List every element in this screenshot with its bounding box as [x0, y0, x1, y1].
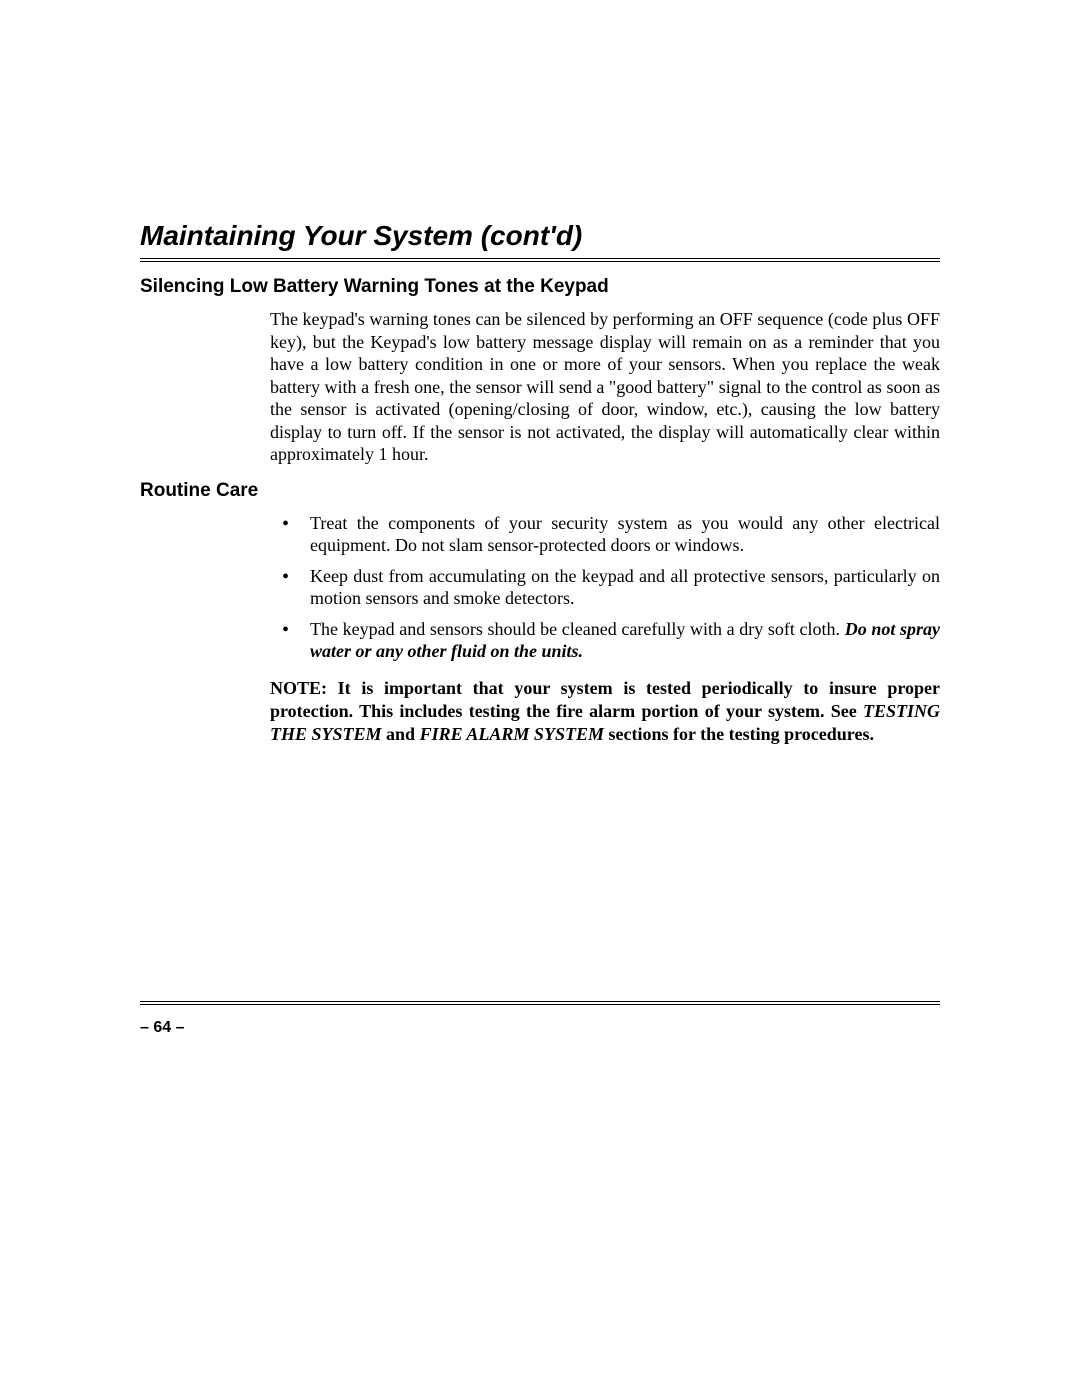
document-page: Maintaining Your System (cont'd) Silenci…	[0, 0, 1080, 1397]
section-heading-silencing: Silencing Low Battery Warning Tones at t…	[140, 276, 940, 298]
page-title: Maintaining Your System (cont'd)	[140, 220, 940, 262]
note-a: NOTE: It is important that your system i…	[270, 678, 940, 721]
list-item: Keep dust from accumulating on the keypa…	[310, 565, 940, 610]
bullet-3-text: The keypad and sensors should be cleaned…	[310, 619, 840, 639]
note-mid: and	[382, 724, 420, 744]
routine-care-list: Treat the components of your security sy…	[270, 512, 940, 663]
section-heading-routine-care: Routine Care	[140, 480, 940, 502]
note-paragraph: NOTE: It is important that your system i…	[270, 677, 940, 747]
note-ref-fire: FIRE ALARM SYSTEM	[420, 724, 604, 744]
silencing-paragraph: The keypad's warning tones can be silenc…	[270, 308, 940, 466]
list-item: The keypad and sensors should be cleaned…	[310, 618, 940, 663]
note-b: sections for the testing procedures.	[604, 724, 874, 744]
footer-rule	[140, 1001, 940, 1005]
page-number: – 64 –	[140, 1019, 184, 1037]
list-item: Treat the components of your security sy…	[310, 512, 940, 557]
para-part-b: , but the Keypad's low battery message d…	[270, 332, 940, 465]
